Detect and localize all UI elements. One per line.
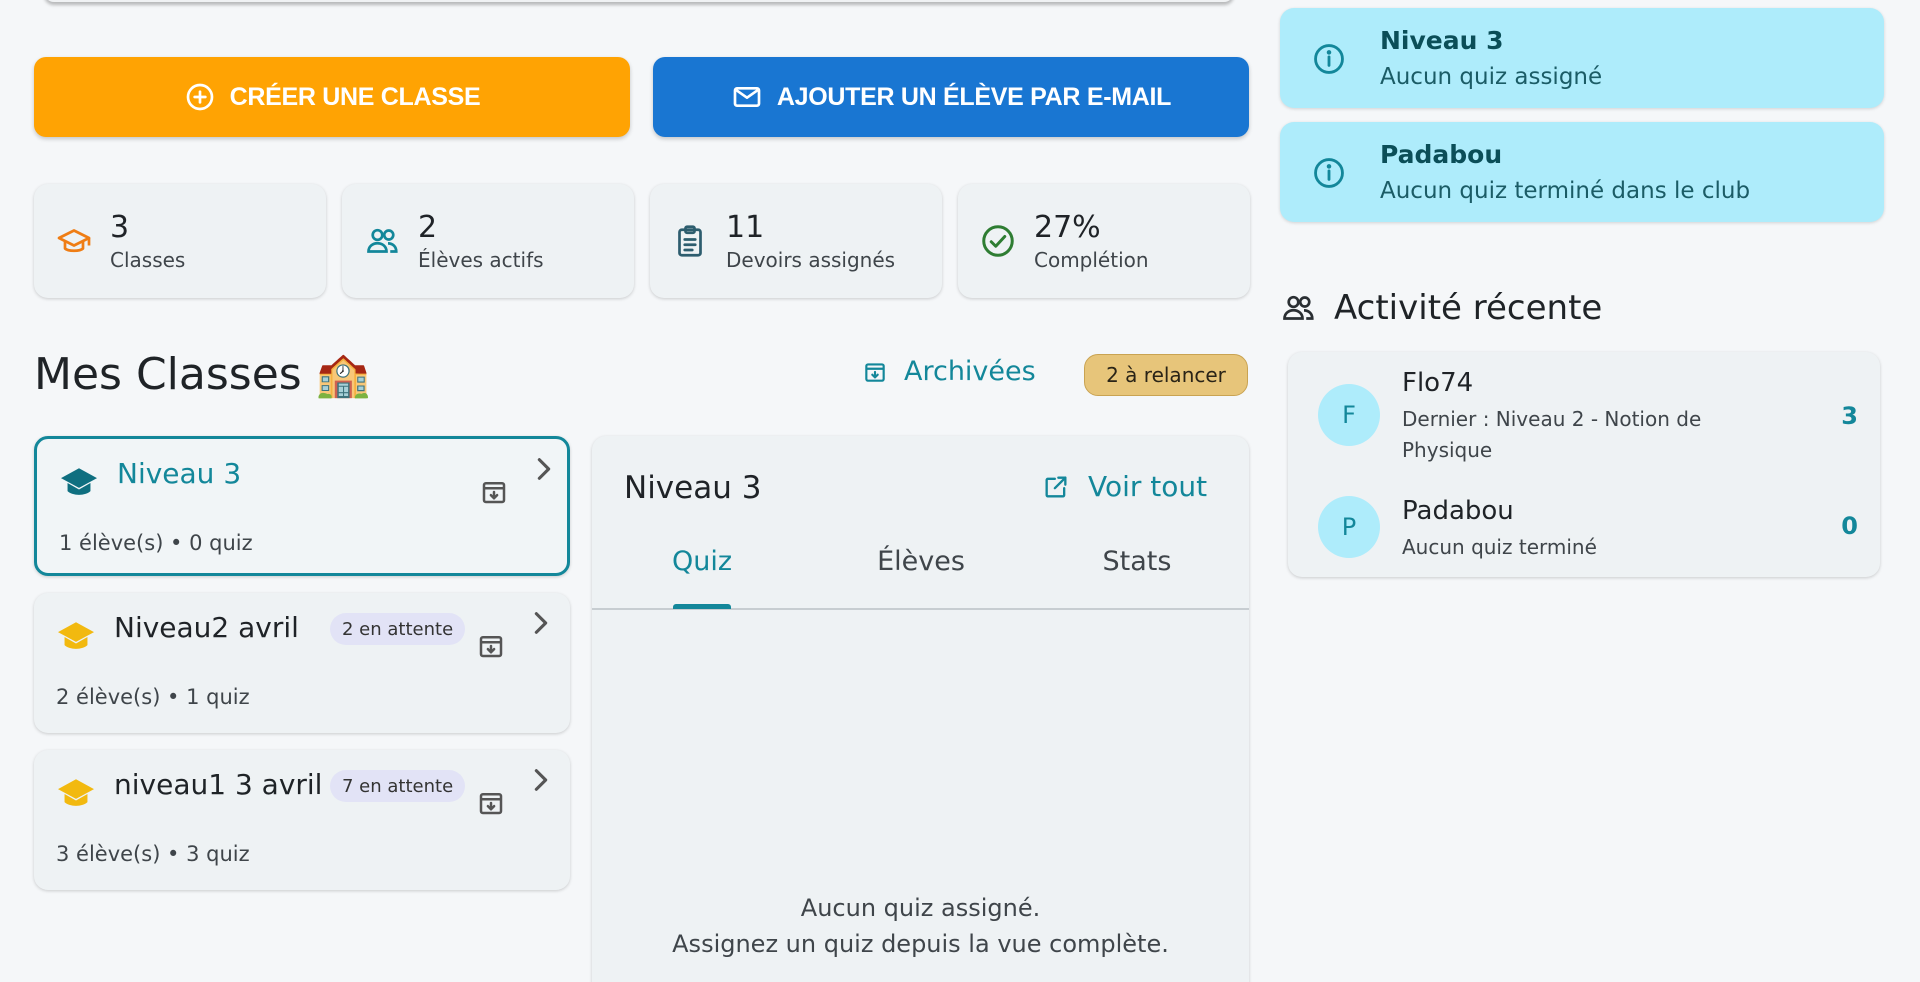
archive-icon (865, 362, 885, 382)
recent-activity-title: Activité récente (1280, 288, 1602, 328)
stat-label: Devoirs assignés (726, 247, 896, 272)
users-icon (367, 228, 398, 253)
avatar: F (1318, 384, 1380, 446)
recent-activity-label: Activité récente (1334, 288, 1603, 328)
tab-students[interactable]: Élèves (862, 546, 980, 608)
create-class-button[interactable]: CRÉER UNE CLASSE (34, 57, 630, 137)
graduation-cap-icon (58, 779, 94, 806)
check-circle-icon (982, 225, 1014, 257)
stat-value: 3 (110, 209, 130, 245)
class-detail-panel: Niveau 3 Voir tout Quiz Élèves Stats Auc… (592, 436, 1249, 982)
archive-icon[interactable] (476, 631, 506, 661)
student-name: Padabou (1402, 496, 1514, 526)
active-tab-indicator (673, 604, 731, 609)
graduation-cap-icon (58, 622, 94, 649)
stat-card-active-students: 2 Élèves actifs (342, 184, 634, 298)
stat-card-completion: 27% Complétion (958, 184, 1250, 298)
activity-count: 3 (1841, 402, 1858, 430)
archive-icon[interactable] (476, 788, 506, 818)
detail-title: Niveau 3 (624, 470, 762, 506)
student-name: Flo74 (1402, 368, 1474, 398)
graduation-cap-icon (61, 468, 97, 495)
stat-label: Classes (110, 247, 186, 272)
stat-card-classes: 3 Classes (34, 184, 326, 298)
chevron-right-icon[interactable] (530, 609, 552, 637)
class-name: Niveau2 avril (114, 611, 299, 644)
stat-card-assignments: 11 Devoirs assignés (650, 184, 942, 298)
pending-badge: 7 en attente (330, 770, 466, 802)
tab-stats[interactable]: Stats (1082, 546, 1192, 608)
top-card-edge (44, 0, 1234, 2)
class-name: niveau1 3 avril (114, 768, 323, 801)
notice-title: Niveau 3 (1380, 26, 1504, 55)
clipboard-icon (678, 225, 702, 257)
stat-value: 11 (726, 209, 765, 245)
student-activity-desc: Aucun quiz terminé (1402, 535, 1597, 559)
stat-label: Complétion (1034, 247, 1149, 272)
see-all-label: Voir tout (1088, 470, 1208, 503)
archive-icon[interactable] (479, 477, 509, 507)
class-meta: 2 élève(s) • 1 quiz (56, 685, 250, 709)
users-icon (1283, 295, 1314, 320)
info-notice[interactable]: Niveau 3 Aucun quiz assigné (1280, 8, 1884, 108)
relance-badge[interactable]: 2 à relancer (1084, 354, 1248, 396)
create-class-label: CRÉER UNE CLASSE (229, 82, 481, 111)
info-notice[interactable]: Padabou Aucun quiz terminé dans le club (1280, 122, 1884, 222)
plus-circle-icon (186, 83, 213, 111)
info-icon (1314, 158, 1344, 188)
mail-icon (733, 87, 761, 107)
class-card[interactable]: Niveau 3 1 élève(s) • 0 quiz (34, 436, 570, 576)
class-card[interactable]: niveau1 3 avril 7 en attente 3 élève(s) … (34, 750, 570, 890)
tab-quiz[interactable]: Quiz (652, 546, 752, 608)
class-meta: 1 élève(s) • 0 quiz (59, 531, 253, 555)
class-meta: 3 élève(s) • 3 quiz (56, 842, 250, 866)
notice-subtitle: Aucun quiz assigné (1380, 64, 1603, 90)
add-student-label: AJOUTER UN ÉLÈVE PAR E-MAIL (776, 82, 1172, 111)
archived-label: Archivées (904, 356, 1036, 387)
class-name: Niveau 3 (117, 457, 242, 490)
classes-section-title: Mes Classes 🏫 (34, 349, 371, 400)
external-link-icon (1045, 476, 1067, 497)
student-activity-desc: Dernier : Niveau 2 - Notion de Physique (1402, 407, 1702, 462)
info-icon (1314, 44, 1344, 74)
see-all-link[interactable]: Voir tout (1042, 470, 1207, 503)
activity-list: F Flo74 Dernier : Niveau 2 - Notion de P… (1288, 352, 1880, 577)
activity-count: 0 (1841, 512, 1858, 540)
stat-value: 2 (418, 209, 438, 245)
chevron-right-icon[interactable] (533, 455, 555, 483)
pending-badge: 2 en attente (330, 613, 466, 645)
notice-title: Padabou (1380, 140, 1503, 169)
empty-state-message: Aucun quiz assigné. Assignez un quiz dep… (592, 890, 1249, 962)
empty-line-1: Aucun quiz assigné. (800, 894, 1041, 922)
detail-tabs: Quiz Élèves Stats (592, 546, 1249, 610)
add-student-email-button[interactable]: AJOUTER UN ÉLÈVE PAR E-MAIL (653, 57, 1249, 137)
class-card[interactable]: Niveau2 avril 2 en attente 2 élève(s) • … (34, 593, 570, 733)
stat-value: 27% (1034, 209, 1101, 245)
avatar: P (1318, 496, 1380, 558)
chevron-right-icon[interactable] (530, 766, 552, 794)
archived-classes-link[interactable]: Archivées (862, 356, 1036, 387)
graduation-cap-icon (57, 229, 91, 253)
notice-subtitle: Aucun quiz terminé dans le club (1380, 178, 1751, 204)
empty-line-2: Assignez un quiz depuis la vue complète. (672, 930, 1169, 958)
stat-label: Élèves actifs (418, 247, 544, 272)
